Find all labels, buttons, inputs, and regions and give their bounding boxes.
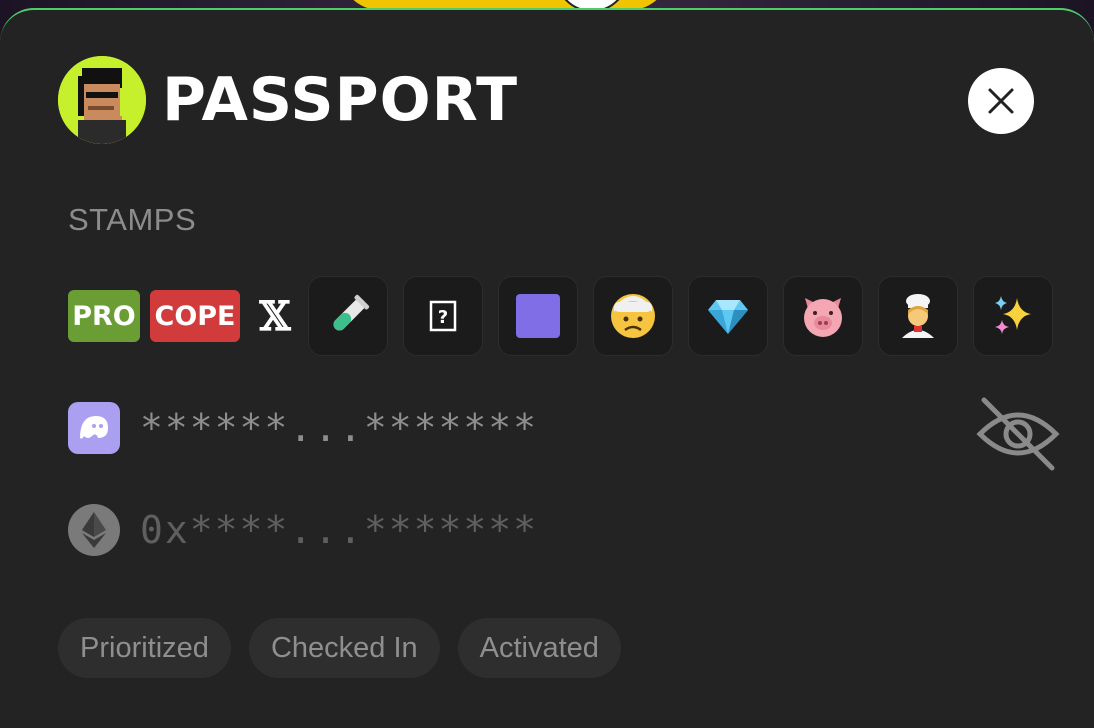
stamp-unknown[interactable]: ? — [403, 276, 483, 356]
eye-off-icon — [976, 397, 1060, 471]
stamp-purple-square[interactable] — [498, 276, 578, 356]
tag-activated: Activated — [457, 618, 621, 678]
test-tube-icon — [333, 294, 370, 331]
status-tags: Prioritized Checked In Activated — [58, 618, 639, 678]
ethereum-address: 0x****...******* — [140, 508, 539, 552]
ethereum-icon — [68, 504, 120, 556]
stamps-row: PRO COPE 𝕏 ? — [68, 276, 1053, 356]
unknown-box-icon: ? — [429, 300, 457, 332]
stamp-cope-badge[interactable]: COPE — [150, 290, 240, 342]
avatar-pixel-art-icon — [58, 56, 146, 144]
passport-header: PASSPORT — [58, 56, 518, 144]
stamp-test-tube[interactable] — [308, 276, 388, 356]
svg-text:?: ? — [438, 307, 448, 328]
stamp-sparkles[interactable] — [973, 276, 1053, 356]
stamp-gem[interactable] — [688, 276, 768, 356]
avatar — [58, 56, 146, 144]
stamp-bandaged-face[interactable] — [593, 276, 673, 356]
purple-square-icon — [516, 294, 560, 338]
passport-card: PASSPORT STAMPS PRO COPE 𝕏 ? ******...**… — [0, 8, 1094, 728]
hide-addresses-toggle[interactable] — [976, 396, 1060, 472]
gem-icon — [708, 300, 748, 334]
sparkles-icon — [995, 296, 1031, 334]
stamps-heading: STAMPS — [68, 202, 197, 237]
stamp-x-icon[interactable]: 𝕏 — [254, 290, 296, 342]
phantom-address: ******...******* — [140, 406, 539, 450]
cook-icon — [902, 294, 934, 338]
phantom-address-row: ******...******* — [68, 402, 538, 454]
close-icon — [988, 88, 1014, 114]
ethereum-address-row: 0x****...******* — [68, 504, 538, 556]
pig-face-icon — [804, 298, 842, 337]
close-button[interactable] — [968, 68, 1034, 134]
tag-prioritized: Prioritized — [58, 618, 231, 678]
stamp-cook[interactable] — [878, 276, 958, 356]
tag-checked-in: Checked In — [248, 618, 440, 678]
passport-title: PASSPORT — [162, 65, 519, 135]
bandaged-face-icon — [611, 294, 655, 338]
phantom-icon — [68, 402, 120, 454]
stamp-pro-badge[interactable]: PRO — [68, 290, 140, 342]
stamp-pig-face[interactable] — [783, 276, 863, 356]
